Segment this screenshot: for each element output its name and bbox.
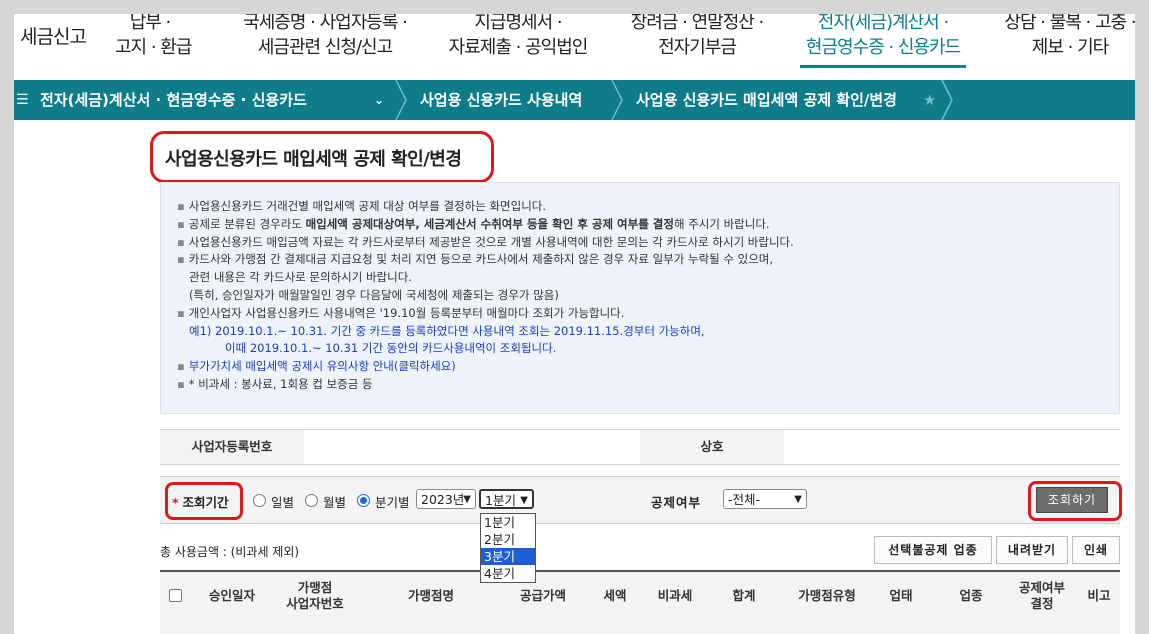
nav-menu-certificate[interactable]: 국세증명 · 사업자등록 · 세금관련 신청/신고 <box>230 14 420 60</box>
quarter-select[interactable]: 1분기 ▼ <box>479 489 534 509</box>
star-icon[interactable]: ★ <box>923 80 936 120</box>
col-business-type[interactable]: 업태 <box>866 572 936 620</box>
chevron-down-icon: ▼ <box>463 494 471 505</box>
breadcrumb-item-current: 사업용 신용카드 매입세액 공제 확인/변경 <box>636 91 897 109</box>
chevron-down-icon[interactable]: ⌄ <box>374 80 384 120</box>
chevron-down-icon: ▼ <box>794 494 802 505</box>
radio-daily-label[interactable]: 일별 <box>271 492 294 511</box>
notice-example-line: 이때 2019.10.1.~ 10.31 기간 동안의 카드사용내역이 조회됩니… <box>225 341 557 356</box>
year-select[interactable]: 2023년 ▼ <box>416 489 476 509</box>
download-button[interactable]: 내려받기 <box>996 536 1068 564</box>
radio-quarterly-label[interactable]: 분기별 <box>375 492 410 511</box>
bulk-nondeduct-button[interactable]: 선택불공제 업종 <box>874 536 992 564</box>
notice-line: (특히, 승인일자가 매월말일인 경우 다음달에 국세청에 제출되는 경우가 많… <box>189 287 559 302</box>
breadcrumb-separator-icon <box>395 80 407 120</box>
quarter-option[interactable]: 1분기 <box>481 514 535 531</box>
hamburger-icon[interactable]: ☰ <box>16 80 29 120</box>
radio-daily[interactable] <box>253 494 266 507</box>
notice-box: ▪ 사업용신용카드 거래건별 매입세액 공제 대상 여부를 결정하는 화면입니다.… <box>160 182 1120 414</box>
notice-line: ▪ 카드사와 가맹점 간 결제대금 지급요청 및 처리 지연 등으로 카드사에서 … <box>177 252 774 267</box>
col-total[interactable]: 합계 <box>700 572 788 620</box>
notice-example-line: 예1) 2019.10.1.~ 10.31. 기간 중 카드를 등록하였다면 사… <box>189 323 705 338</box>
radio-monthly-label[interactable]: 월별 <box>323 492 346 511</box>
col-business-item[interactable]: 업종 <box>936 572 1006 620</box>
col-deduct-decision[interactable]: 공제여부 결정 <box>1006 572 1078 620</box>
page-title: 사업용신용카드 매입세액 공제 확인/변경 <box>165 149 462 170</box>
deduction-select[interactable]: -전체- ▼ <box>723 489 807 509</box>
nav-menu-incentive[interactable]: 장려금 · 연말정산 · 전자기부금 <box>622 14 772 60</box>
page: 세금신고 납부 · 고지 · 환급 국세증명 · 사업자등록 · 세금관련 신청… <box>14 14 1135 634</box>
quarter-dropdown-list: 1분기 2분기 3분기 4분기 <box>480 513 536 583</box>
col-approval-date[interactable]: 승인일자 <box>190 572 274 620</box>
radio-quarterly[interactable] <box>357 494 370 507</box>
radio-monthly[interactable] <box>305 494 318 507</box>
nav-menu-e-invoice[interactable]: 전자(세금)계산서 · 현금영수증 · 신용카드 <box>800 14 966 68</box>
deduction-label: 공제여부 <box>651 495 702 510</box>
nav-menu-consult[interactable]: 상담 · 불복 · 고충 · 제보 · 기타 <box>998 14 1135 60</box>
breadcrumb-bar: ☰ 전자(세금)계산서 · 현금영수증 · 신용카드 ⌄ 사업용 신용카드 사용… <box>14 80 1135 120</box>
notice-line: ▪ 사업용신용카드 거래건별 매입세액 공제 대상 여부를 결정하는 화면입니다. <box>177 199 547 213</box>
chevron-down-icon: ▼ <box>520 495 528 506</box>
quarter-option[interactable]: 4분기 <box>481 565 535 582</box>
active-menu-underline <box>800 65 966 68</box>
quarter-option[interactable]: 2분기 <box>481 531 535 548</box>
notice-line: ▪ 공제로 분류된 경우라도 매입세액 공제대상여부, 세금계산서 수취여부 등을… <box>177 216 770 231</box>
breadcrumb-separator-icon <box>941 80 953 120</box>
col-merchant-biz-no[interactable]: 가맹점 사업자번호 <box>274 572 356 620</box>
notice-line: ▪ * 비과세 : 봉사료, 1회용 컵 보증금 등 <box>177 376 373 391</box>
select-all-checkbox[interactable] <box>169 589 182 602</box>
search-button[interactable]: 조회하기 <box>1036 487 1108 513</box>
search-panel: * 조회기간 일별 월별 분기별 2023년 ▼ 1분기 ▼ 공제여부 -전체- ▼ 조… <box>160 476 1122 524</box>
nav-brand-tax-report[interactable]: 세금신고 <box>20 22 87 49</box>
biz-no-label: 사업자등록번호 <box>160 430 304 464</box>
notice-link-line: ▪ 부가가치세 매입세액 공제시 유의사항 안내(클릭하세요) <box>177 359 456 374</box>
title-highlight: 사업용신용카드 매입세액 공제 확인/변경 <box>150 131 494 183</box>
notice-line: ▪ 개인사업자 사업용신용카드 사용내역은 '19.10월 등록분부터 매월마다 … <box>177 305 625 320</box>
vat-guide-link[interactable]: 부가가치세 매입세액 공제시 유의사항 안내(클릭하세요) <box>189 359 456 373</box>
breadcrumb-separator-icon <box>611 80 623 120</box>
breadcrumb-item-e-invoice[interactable]: 전자(세금)계산서 · 현금영수증 · 신용카드 <box>40 80 307 120</box>
notice-line: 관련 내용은 각 카드사로 문의하시기 바랍니다. <box>189 270 412 285</box>
print-button[interactable]: 인쇄 <box>1072 536 1120 564</box>
quarter-option-selected[interactable]: 3분기 <box>481 548 535 565</box>
top-nav: 세금신고 납부 · 고지 · 환급 국세증명 · 사업자등록 · 세금관련 신청… <box>14 14 1135 80</box>
table-header: 승인일자 가맹점 사업자번호 가맹점명 공급가액 세액 비과세 합계 가맹점유형 … <box>160 570 1120 634</box>
period-label: * 조회기간 <box>172 495 229 510</box>
col-merchant-type[interactable]: 가맹점유형 <box>788 572 866 620</box>
col-note[interactable]: 비고 <box>1078 572 1120 620</box>
notice-line: ▪ 사업용신용카드 매입금액 자료는 각 카드사로부터 제공받은 것으로 개별 사… <box>177 234 794 249</box>
col-tax[interactable]: 세액 <box>580 572 650 620</box>
breadcrumb-item-card-usage[interactable]: 사업용 신용카드 사용내역 <box>420 80 582 120</box>
total-amount-label: 총 사용금액 : (비과세 제외) <box>160 545 300 559</box>
business-info-row: 사업자등록번호 상호 <box>160 429 1120 465</box>
company-label: 상호 <box>640 430 784 464</box>
col-nontax[interactable]: 비과세 <box>650 572 700 620</box>
nav-menu-payment[interactable]: 납부 · 고지 · 환급 <box>115 14 192 60</box>
nav-menu-statement[interactable]: 지급명세서 · 자료제출 · 공익법인 <box>443 14 593 60</box>
